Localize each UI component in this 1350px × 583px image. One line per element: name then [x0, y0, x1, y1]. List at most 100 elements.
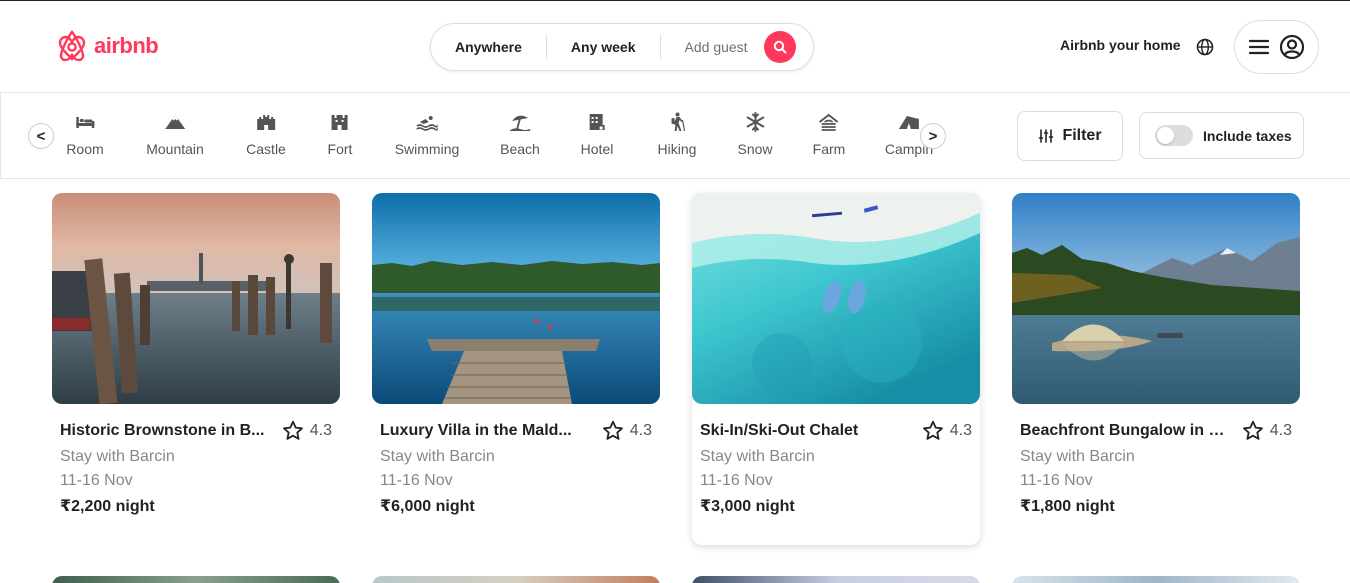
bed-icon — [75, 117, 94, 128]
search-icon — [773, 40, 787, 54]
include-taxes-toggle[interactable]: Include taxes — [1139, 112, 1304, 159]
beach-umbrella-icon — [509, 115, 530, 131]
airbnb-logo-icon — [58, 30, 86, 62]
globe-icon[interactable] — [1195, 37, 1215, 57]
search-guests[interactable]: Add guest — [661, 39, 762, 55]
category-hotel[interactable]: Hotel — [580, 111, 614, 157]
listing-dates: 11-16 Nov — [700, 472, 773, 489]
header: airbnb Anywhere Any week Add guest Airbn… — [0, 1, 1350, 93]
swimming-icon — [416, 116, 438, 131]
category-label: Room — [66, 141, 104, 157]
listing-info: Luxury Villa in the Mald... 4.3 Stay wit… — [372, 420, 660, 516]
listing-photo-partial[interactable] — [692, 576, 980, 583]
toggle-knob — [1157, 127, 1174, 144]
farm-icon — [819, 113, 839, 131]
listing-host: Stay with Barcin — [700, 448, 815, 465]
scroll-right-button[interactable]: > — [920, 123, 946, 149]
listing-card[interactable]: Luxury Villa in the Mald... 4.3 Stay wit… — [372, 193, 660, 545]
star-icon — [1242, 420, 1263, 440]
star-icon — [602, 420, 623, 440]
search-when[interactable]: Any week — [547, 39, 660, 55]
category-castle[interactable]: Castle — [246, 111, 286, 157]
listing-photo-lakeside-tent[interactable] — [1012, 193, 1300, 404]
fort-icon — [331, 115, 348, 130]
listing-card[interactable]: Historic Brownstone in B... 4.3 Stay wit… — [52, 193, 340, 545]
listing-dates: 11-16 Nov — [380, 472, 453, 489]
rating-value: 4.3 — [629, 422, 652, 439]
category-mountain[interactable]: Mountain — [146, 111, 204, 157]
category-label: Farm — [812, 141, 846, 157]
star-icon — [922, 420, 943, 440]
category-label: Castle — [246, 141, 286, 157]
tent-icon — [899, 116, 919, 129]
listing-host: Stay with Barcin — [60, 448, 175, 465]
airbnb-logo[interactable]: airbnb — [56, 29, 159, 63]
listing-photo-turquoise-beach[interactable] — [692, 193, 980, 404]
category-fort[interactable]: Fort — [327, 111, 353, 157]
rating-value: 4.3 — [309, 422, 332, 439]
category-label: Beach — [500, 141, 540, 157]
listing-dates: 11-16 Nov — [1020, 472, 1093, 489]
filter-label: Filter — [1062, 127, 1102, 144]
castle-icon — [257, 115, 275, 130]
snowflake-icon — [746, 112, 764, 132]
category-snow[interactable]: Snow — [737, 111, 773, 157]
toggle-switch[interactable] — [1155, 125, 1193, 146]
listing-price: ₹1,800 night — [1020, 498, 1115, 515]
listing-photo-partial[interactable] — [372, 576, 660, 583]
listing-rating: 4.3 — [922, 420, 972, 442]
listing-dates: 11-16 Nov — [60, 472, 133, 489]
category-hiking[interactable]: Hiking — [657, 111, 697, 157]
include-taxes-label: Include taxes — [1203, 127, 1292, 144]
listing-photo-partial[interactable] — [1012, 576, 1300, 583]
category-label: Snow — [737, 141, 773, 157]
hamburger-menu-icon — [1248, 39, 1269, 55]
listing-host: Stay with Barcin — [1020, 448, 1135, 465]
category-list: Room Mountain Castle Fort Swimming Beach… — [51, 93, 935, 179]
listing-photo-partial[interactable] — [52, 576, 340, 583]
listing-price: ₹6,000 night — [380, 498, 475, 515]
listing-photo-venice[interactable] — [52, 193, 340, 404]
category-room[interactable]: Room — [66, 111, 104, 157]
category-label: Hiking — [657, 141, 697, 157]
listing-title: Luxury Villa in the Mald... — [380, 422, 572, 439]
category-swimming[interactable]: Swimming — [394, 111, 460, 157]
sliders-icon — [1039, 129, 1054, 143]
search-button[interactable] — [763, 31, 796, 63]
listing-info: Ski-In/Ski-Out Chalet 4.3 Stay with Barc… — [692, 420, 980, 516]
listing-host: Stay with Barcin — [380, 448, 495, 465]
category-label: Hotel — [580, 141, 614, 157]
search-where[interactable]: Anywhere — [431, 39, 546, 55]
listing-price: ₹3,000 night — [700, 498, 795, 515]
listing-title: Beachfront Bungalow in B... — [1020, 422, 1232, 439]
category-farm[interactable]: Farm — [812, 111, 846, 157]
scroll-left-button[interactable]: < — [28, 123, 54, 149]
mountain-icon — [165, 115, 185, 129]
star-icon — [282, 420, 303, 440]
hiking-icon — [672, 112, 686, 132]
listing-card[interactable]: Beachfront Bungalow in B... 4.3 Stay wit… — [1012, 193, 1300, 545]
rating-value: 4.3 — [1269, 422, 1292, 439]
listing-photo-lake-pier[interactable] — [372, 193, 660, 404]
listing-rating: 4.3 — [1242, 420, 1292, 442]
listing-info: Historic Brownstone in B... 4.3 Stay wit… — [52, 420, 340, 516]
user-avatar-icon — [1279, 34, 1304, 60]
category-label: Mountain — [146, 141, 204, 157]
search-bar[interactable]: Anywhere Any week Add guest — [430, 23, 814, 71]
listing-rating: 4.3 — [602, 420, 652, 442]
filter-button[interactable]: Filter — [1017, 111, 1123, 161]
category-bar: < Room Mountain Castle Fort Swimming Bea… — [0, 93, 1350, 179]
hotel-icon — [590, 114, 605, 130]
listing-price: ₹2,200 night — [60, 498, 155, 515]
listing-rating: 4.3 — [282, 420, 332, 442]
listing-card[interactable]: Ski-In/Ski-Out Chalet 4.3 Stay with Barc… — [692, 193, 980, 545]
brand-name: airbnb — [94, 33, 159, 58]
user-menu-button[interactable] — [1234, 20, 1319, 74]
listing-title: Historic Brownstone in B... — [60, 422, 265, 439]
listing-info: Beachfront Bungalow in B... 4.3 Stay wit… — [1012, 420, 1300, 516]
category-beach[interactable]: Beach — [500, 111, 540, 157]
listing-title: Ski-In/Ski-Out Chalet — [700, 422, 859, 439]
host-link[interactable]: Airbnb your home — [1060, 37, 1181, 53]
category-label: Swimming — [394, 141, 460, 157]
category-label: Fort — [327, 141, 353, 157]
